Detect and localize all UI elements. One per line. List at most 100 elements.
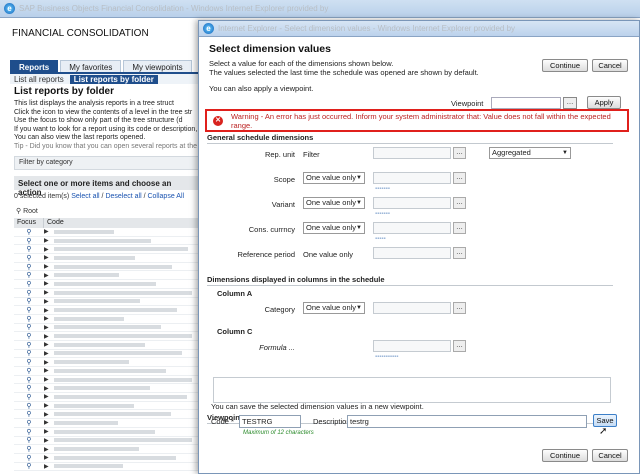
table-row[interactable]: ⚲ ▶ [14, 367, 200, 376]
cons-currency-browse-button[interactable]: … [453, 222, 466, 234]
cancel-button[interactable]: Cancel [592, 59, 628, 72]
table-row[interactable]: ⚲ ▶ [14, 237, 200, 246]
expand-arrow-icon[interactable]: ▶ [44, 437, 54, 444]
table-row[interactable]: ⚲ ▶ [14, 393, 200, 402]
expand-arrow-icon[interactable]: ▶ [44, 315, 54, 322]
continue-button-bottom[interactable]: Continue [542, 449, 588, 462]
description-input[interactable]: testrg [347, 415, 587, 428]
expand-arrow-icon[interactable]: ▶ [44, 333, 54, 340]
variant-browse-button[interactable]: … [453, 197, 466, 209]
expand-arrow-icon[interactable]: ▶ [44, 419, 54, 426]
table-row[interactable]: ⚲ ▶ [14, 315, 200, 324]
expand-arrow-icon[interactable]: ▶ [44, 446, 54, 453]
expand-arrow-icon[interactable]: ▶ [44, 298, 54, 305]
cons-currency-input[interactable] [373, 222, 451, 234]
expand-arrow-icon[interactable]: ▶ [44, 324, 54, 331]
table-row[interactable]: ⚲ ▶ [14, 358, 200, 367]
continue-button[interactable]: Continue [542, 59, 588, 72]
focus-icon[interactable]: ⚲ [14, 306, 44, 314]
select-all-link[interactable]: Select all [71, 193, 99, 200]
focus-icon[interactable]: ⚲ [14, 315, 44, 323]
variant-link[interactable]: ▪▪▪▪▪▪▪ [375, 211, 390, 217]
rep-unit-browse-button[interactable]: … [453, 147, 466, 159]
focus-icon[interactable]: ⚲ [14, 237, 44, 245]
expand-arrow-icon[interactable]: ▶ [44, 359, 54, 366]
expand-arrow-icon[interactable]: ▶ [44, 376, 54, 383]
table-row[interactable]: ⚲ ▶ [14, 428, 200, 437]
scope-select[interactable]: One value only ▼ [303, 172, 365, 184]
table-row[interactable]: ⚲ ▶ [14, 402, 200, 411]
subtab-list-reports-by-folder[interactable]: List reports by folder [69, 74, 158, 84]
category-input[interactable] [373, 302, 451, 314]
table-row[interactable]: ⚲ ▶ [14, 280, 200, 289]
table-row[interactable]: ⚲ ▶ [14, 384, 200, 394]
scope-input[interactable] [373, 172, 451, 184]
focus-icon[interactable]: ⚲ [14, 254, 44, 262]
cons-currency-link[interactable]: ▪▪▪▪▪ [375, 236, 386, 242]
table-row[interactable]: ⚲ ▶ [14, 410, 200, 420]
focus-icon[interactable]: ⚲ [14, 358, 44, 366]
focus-icon[interactable]: ⚲ [14, 271, 44, 279]
expand-arrow-icon[interactable]: ▶ [44, 254, 54, 261]
deselect-all-link[interactable]: Deselect all [105, 193, 141, 200]
subtab-list-all-reports[interactable]: List all reports [14, 75, 64, 84]
expand-arrow-icon[interactable]: ▶ [44, 411, 54, 418]
table-row[interactable]: ⚲ ▶ [14, 376, 200, 385]
focus-icon[interactable]: ⚲ [14, 445, 44, 453]
focus-icon[interactable]: ⚲ [14, 410, 44, 418]
table-row[interactable]: ⚲ ▶ [14, 228, 200, 237]
expand-arrow-icon[interactable]: ▶ [44, 463, 54, 470]
table-row[interactable]: ⚲ ▶ [14, 419, 200, 428]
reference-period-browse-button[interactable]: … [453, 247, 466, 259]
focus-icon[interactable]: ⚲ [14, 280, 44, 288]
cons-currency-select[interactable]: One value only ▼ [303, 222, 365, 234]
table-row[interactable]: ⚲ ▶ [14, 437, 200, 446]
table-row[interactable]: ⚲ ▶ [14, 445, 200, 454]
focus-icon[interactable]: ⚲ [14, 384, 44, 392]
category-select[interactable]: One value only ▼ [303, 302, 365, 314]
focus-icon[interactable]: ⚲ [14, 419, 44, 427]
focus-icon[interactable]: ⚲ [14, 349, 44, 357]
scope-link[interactable]: ▪▪▪▪▪▪▪ [375, 186, 390, 192]
table-row[interactable]: ⚲ ▶ [14, 324, 200, 333]
filter-by-category[interactable]: Filter by category [14, 156, 200, 170]
aggregation-select[interactable]: Aggregated ▼ [489, 147, 571, 159]
expand-arrow-icon[interactable]: ▶ [44, 350, 54, 357]
variant-input[interactable] [373, 197, 451, 209]
focus-icon[interactable]: ⚲ [14, 428, 44, 436]
table-row[interactable]: ⚲ ▶ [14, 271, 200, 281]
expand-arrow-icon[interactable]: ▶ [44, 307, 54, 314]
table-row[interactable]: ⚲ ▶ [14, 350, 200, 359]
apply-button[interactable]: Apply [587, 96, 621, 109]
viewpoint-browse-button[interactable]: … [563, 97, 577, 109]
expand-arrow-icon[interactable]: ▶ [44, 385, 54, 392]
focus-icon[interactable]: ⚲ [14, 228, 44, 236]
formula-input[interactable] [373, 340, 451, 352]
rep-unit-input[interactable] [373, 147, 451, 159]
expand-arrow-icon[interactable]: ▶ [44, 428, 54, 435]
focus-icon[interactable]: ⚲ [14, 297, 44, 305]
focus-icon[interactable]: ⚲ [14, 454, 44, 462]
table-row[interactable]: ⚲ ▶ [14, 245, 200, 255]
expand-arrow-icon[interactable]: ▶ [44, 454, 54, 461]
focus-icon[interactable]: ⚲ [14, 263, 44, 271]
reference-period-input[interactable] [373, 247, 451, 259]
focus-icon[interactable]: ⚲ [14, 332, 44, 340]
table-row[interactable]: ⚲ ▶ [14, 332, 200, 341]
focus-icon[interactable]: ⚲ [14, 376, 44, 384]
focus-icon[interactable]: ⚲ [14, 245, 44, 253]
focus-icon[interactable]: ⚲ [14, 323, 44, 331]
expand-arrow-icon[interactable]: ▶ [44, 402, 54, 409]
expand-arrow-icon[interactable]: ▶ [44, 228, 54, 235]
formula-textarea[interactable] [213, 377, 611, 403]
expand-arrow-icon[interactable]: ▶ [44, 367, 54, 374]
focus-icon[interactable]: ⚲ [14, 436, 44, 444]
expand-arrow-icon[interactable]: ▶ [44, 272, 54, 279]
formula-browse-button[interactable]: … [453, 340, 466, 352]
focus-icon[interactable]: ⚲ [14, 341, 44, 349]
expand-arrow-icon[interactable]: ▶ [44, 341, 54, 348]
collapse-all-link[interactable]: Collapse All [147, 193, 184, 200]
focus-icon[interactable]: ⚲ [14, 462, 44, 470]
formula-link[interactable]: ▪▪▪▪▪▪▪▪▪▪▪ [375, 354, 398, 360]
focus-icon[interactable]: ⚲ [14, 367, 44, 375]
